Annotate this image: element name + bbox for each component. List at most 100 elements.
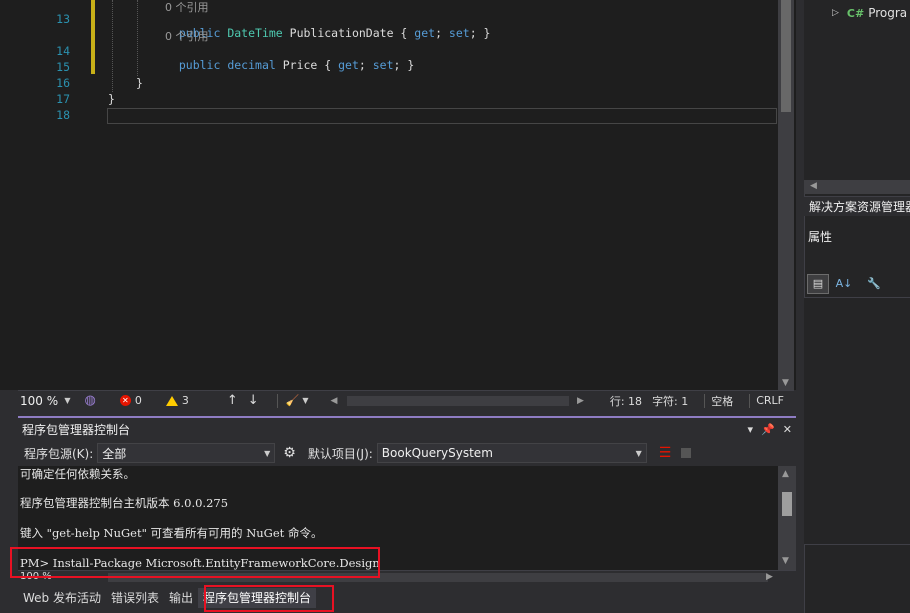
arrow-up-icon[interactable]: ↑: [227, 393, 238, 408]
code-line: public DateTime PublicationDate { get; s…: [165, 12, 491, 40]
package-source-value: 全部: [102, 446, 127, 461]
error-icon: ✕: [119, 395, 131, 406]
code-token: decimal: [227, 58, 276, 72]
code-line: }: [136, 76, 143, 90]
code-token: ; }: [469, 26, 491, 40]
separator: [276, 393, 278, 408]
properties-toolbar: ▤ A↓ 🔧: [804, 270, 910, 298]
chevron-down-icon: ▼: [264, 448, 271, 458]
properties-grid[interactable]: [804, 298, 910, 545]
scroll-left-arrow-icon[interactable]: ◀: [810, 181, 817, 191]
code-cleanup-icon[interactable]: ◍: [85, 393, 96, 408]
line-number: 14: [56, 44, 70, 58]
scroll-right-arrow-icon[interactable]: ▶: [577, 396, 584, 406]
code-token: }: [108, 92, 115, 106]
line-number: 18: [56, 108, 70, 122]
indent-guide: [137, 0, 138, 76]
change-marker: [91, 0, 95, 74]
line-number: 15: [56, 60, 70, 74]
scroll-up-arrow-icon[interactable]: ▲: [782, 469, 789, 479]
console-scroll-thumb[interactable]: [782, 492, 792, 516]
line-indicator: 行: 18: [609, 394, 643, 408]
code-token: get: [338, 58, 359, 72]
code-token: public: [178, 58, 228, 72]
close-icon[interactable]: ✕: [783, 423, 792, 436]
pin-icon[interactable]: 📌: [761, 423, 775, 436]
code-line: }: [108, 92, 115, 106]
current-line-highlight: [107, 108, 777, 124]
scroll-down-arrow-icon[interactable]: ▼: [782, 556, 789, 566]
warning-icon: [165, 395, 178, 406]
editor-horizontal-scrollbar[interactable]: [347, 395, 569, 406]
sort-alphabetical-icon[interactable]: A↓: [833, 274, 855, 294]
solution-horizontal-scrollbar[interactable]: ◀: [804, 180, 910, 194]
tree-item[interactable]: ▷ C# Progra: [832, 6, 907, 20]
console-vertical-scrollbar[interactable]: ▲ ▼: [778, 466, 796, 570]
editor-status-bar: 100 % ▼ ◍ ✕ 0 3 ↑ ↓ 🧹 ▼ ◀ ▶ 行: 18 字符: 1 空格 …: [18, 390, 794, 410]
warning-count-label: 3: [181, 394, 189, 407]
package-source-label: 程序包源(K):: [24, 446, 94, 461]
panel-options-icon[interactable]: ▾: [748, 423, 754, 436]
arrow-down-icon[interactable]: ↓: [248, 393, 259, 408]
editor-scroll-thumb[interactable]: [781, 0, 791, 112]
line-ending-mode[interactable]: CRLF: [756, 394, 784, 407]
properties-title: 属性: [808, 230, 833, 244]
panel-actions: ▾ 📌 ✕: [748, 423, 792, 436]
solution-tree[interactable]: ▷ C# Progra: [804, 0, 910, 180]
line-number-gutter: 13 14 15 16 17 18: [18, 0, 76, 390]
default-project-value: BookQuerySystem: [381, 446, 493, 460]
indent-guide: [112, 0, 113, 92]
line-number: 17: [56, 92, 70, 106]
chevron-down-icon: ▼: [64, 396, 71, 405]
code-token: ;: [435, 26, 449, 40]
separator: [749, 393, 751, 408]
package-source-dropdown[interactable]: 全部 ▼: [97, 443, 276, 463]
zoom-value: 100 %: [20, 393, 59, 408]
error-count[interactable]: ✕ 0: [119, 394, 142, 407]
code-token: PublicationDate {: [282, 26, 415, 40]
clear-console-icon[interactable]: ☰: [659, 445, 672, 461]
code-token: Price {: [275, 58, 339, 72]
expand-arrow-icon[interactable]: ▷: [832, 8, 839, 18]
warning-count[interactable]: 3: [165, 394, 189, 407]
pmc-header: 程序包管理器控制台 ▾ 📌 ✕: [18, 418, 796, 440]
pmc-title: 程序包管理器控制台: [22, 422, 131, 437]
whitespace-mode[interactable]: 空格: [711, 393, 733, 409]
tab-web-publish-activity[interactable]: Web 发布活动: [18, 588, 106, 608]
console-line: 键入 "get-help NuGet" 可查看所有可用的 NuGet 命令。: [20, 526, 323, 540]
codelens-references[interactable]: 0 个引用: [165, 28, 209, 44]
categorized-view-icon[interactable]: ▤: [807, 273, 829, 294]
zoom-dropdown[interactable]: 100 % ▼: [18, 392, 75, 409]
command-highlight-box: [10, 547, 380, 578]
property-pages-icon[interactable]: 🔧: [863, 274, 885, 294]
code-token: set: [372, 58, 394, 72]
tree-item-label: Progra: [868, 6, 908, 20]
console-line: 程序包管理器控制台主机版本 6.0.0.275: [20, 496, 229, 510]
code-token: set: [448, 26, 470, 40]
code-token: get: [414, 26, 436, 40]
separator: [704, 393, 706, 408]
code-line: public decimal Price { get; set; }: [165, 44, 414, 72]
stop-icon[interactable]: [681, 448, 692, 458]
default-project-dropdown[interactable]: BookQuerySystem ▼: [376, 443, 647, 463]
console-line: 可确定任何依赖关系。: [20, 467, 135, 481]
tab-error-list[interactable]: 错误列表: [106, 588, 164, 608]
error-count-label: 0: [134, 394, 142, 407]
scroll-down-arrow-icon[interactable]: ▼: [782, 378, 789, 388]
default-project-label: 默认项目(J):: [307, 446, 373, 461]
tab-output[interactable]: 输出: [164, 588, 198, 608]
pmc-toolbar: 程序包源(K): 全部 ▼ ⚙ 默认项目(J): BookQuerySystem ▼…: [18, 440, 796, 466]
bottom-tab-strip: Web 发布活动 错误列表 输出 程序包管理器控制台: [18, 586, 796, 610]
code-token: ;: [358, 58, 373, 72]
scroll-right-arrow-icon[interactable]: ▶: [766, 572, 773, 582]
line-number: 16: [56, 76, 70, 90]
tab-highlight-box: [204, 585, 334, 612]
chevron-down-icon: ▼: [635, 448, 642, 458]
broom-icon[interactable]: 🧹 ▼: [286, 394, 309, 407]
scroll-left-arrow-icon[interactable]: ◀: [331, 396, 338, 406]
line-number: 13: [56, 12, 70, 26]
tab-solution-explorer[interactable]: 解决方案资源管理器: [804, 196, 910, 216]
csharp-file-icon: C#: [846, 6, 865, 20]
code-token: }: [136, 76, 143, 90]
settings-gear-icon[interactable]: ⚙: [283, 445, 296, 461]
